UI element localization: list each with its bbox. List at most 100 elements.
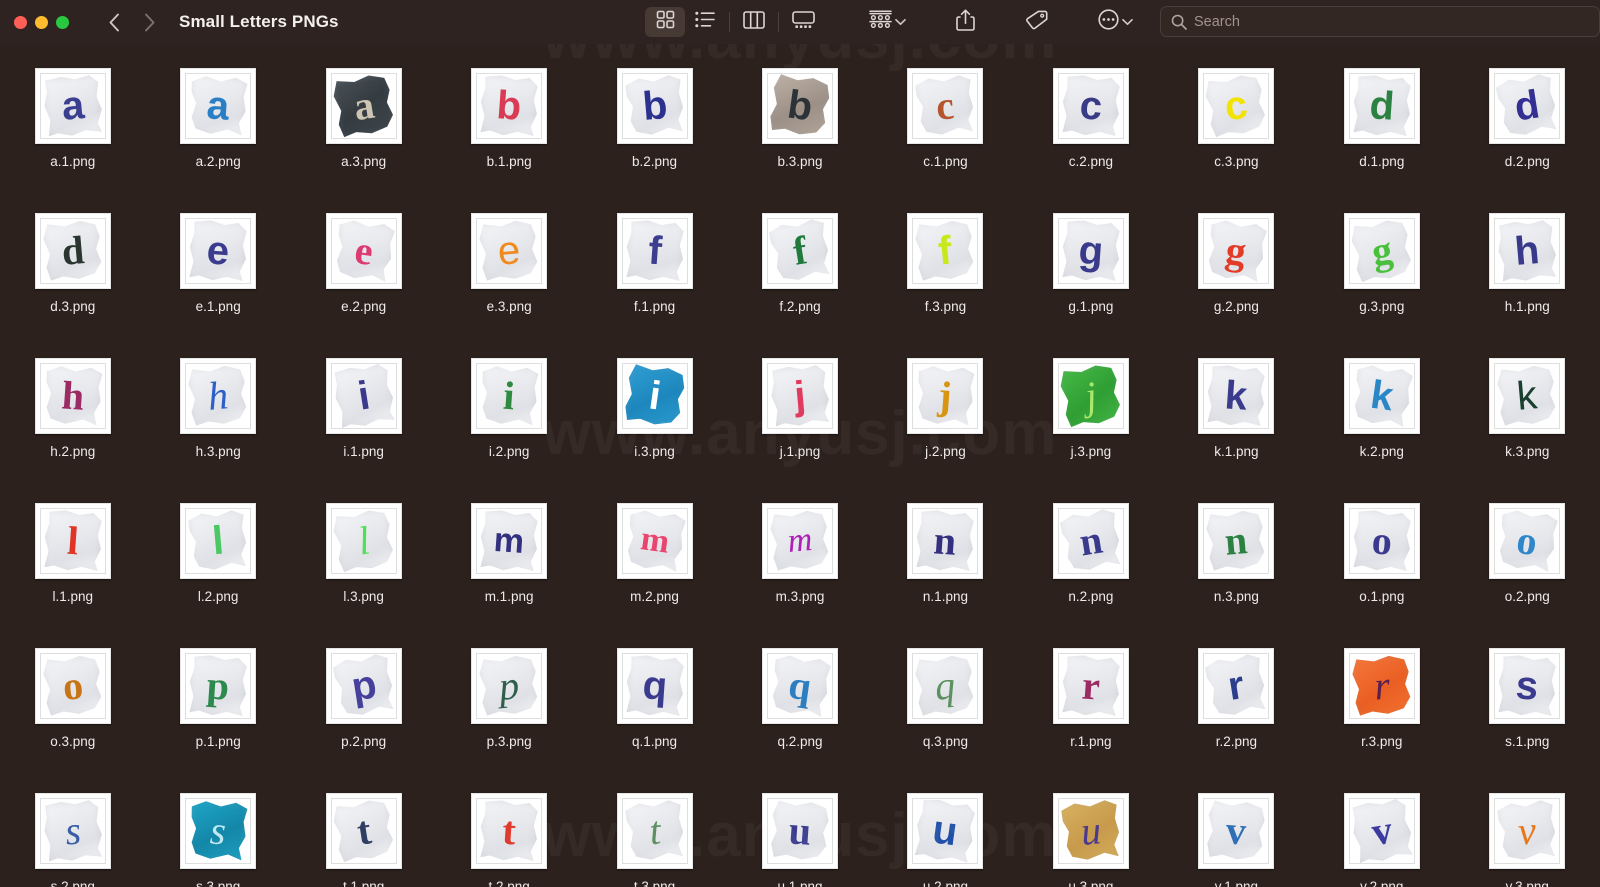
file-item[interactable]: u u.3.png bbox=[1018, 787, 1163, 887]
file-item[interactable]: j j.3.png bbox=[1018, 352, 1163, 497]
file-item[interactable]: m m.2.png bbox=[582, 497, 727, 642]
file-thumbnail[interactable]: o bbox=[1343, 503, 1420, 579]
file-thumbnail[interactable]: e bbox=[325, 213, 402, 289]
file-thumbnail[interactable]: k bbox=[1489, 358, 1566, 434]
gallery-view-button[interactable] bbox=[783, 7, 823, 37]
file-item[interactable]: j j.1.png bbox=[727, 352, 872, 497]
file-thumbnail[interactable]: e bbox=[180, 213, 257, 289]
file-thumbnail[interactable]: v bbox=[1343, 793, 1420, 869]
file-thumbnail[interactable]: n bbox=[1052, 503, 1129, 579]
file-item[interactable]: i i.3.png bbox=[582, 352, 727, 497]
file-item[interactable]: d d.3.png bbox=[0, 207, 145, 352]
file-item[interactable]: u u.2.png bbox=[873, 787, 1018, 887]
file-thumbnail[interactable]: i bbox=[325, 358, 402, 434]
file-item[interactable]: q q.3.png bbox=[873, 642, 1018, 787]
file-item[interactable]: d d.2.png bbox=[1455, 62, 1600, 207]
file-item[interactable]: r r.2.png bbox=[1164, 642, 1309, 787]
minimize-window-button[interactable] bbox=[35, 15, 48, 29]
file-item[interactable]: e e.3.png bbox=[436, 207, 581, 352]
file-thumbnail[interactable]: l bbox=[325, 503, 402, 579]
file-thumbnail[interactable]: f bbox=[761, 213, 838, 289]
file-item[interactable]: n n.3.png bbox=[1164, 497, 1309, 642]
file-item[interactable]: h h.2.png bbox=[0, 352, 145, 497]
forward-button[interactable] bbox=[135, 8, 165, 36]
file-item[interactable]: d d.1.png bbox=[1309, 62, 1454, 207]
file-item[interactable]: b b.3.png bbox=[727, 62, 872, 207]
file-item[interactable]: k k.1.png bbox=[1164, 352, 1309, 497]
file-item[interactable]: g g.1.png bbox=[1018, 207, 1163, 352]
file-item[interactable]: i i.2.png bbox=[436, 352, 581, 497]
file-item[interactable]: j j.2.png bbox=[873, 352, 1018, 497]
file-item[interactable]: c c.3.png bbox=[1164, 62, 1309, 207]
group-by-button[interactable] bbox=[865, 7, 910, 37]
file-thumbnail[interactable]: v bbox=[1489, 793, 1566, 869]
file-item[interactable]: r r.1.png bbox=[1018, 642, 1163, 787]
file-thumbnail[interactable]: k bbox=[1343, 358, 1420, 434]
file-thumbnail[interactable]: d bbox=[1343, 68, 1420, 144]
file-thumbnail[interactable]: p bbox=[471, 648, 548, 724]
file-thumbnail[interactable]: n bbox=[907, 503, 984, 579]
file-item[interactable]: v v.2.png bbox=[1309, 787, 1454, 887]
file-thumbnail[interactable]: g bbox=[1198, 213, 1275, 289]
file-thumbnail[interactable]: p bbox=[325, 648, 402, 724]
file-thumbnail[interactable]: v bbox=[1198, 793, 1275, 869]
file-item[interactable]: e e.2.png bbox=[291, 207, 436, 352]
file-item[interactable]: b b.2.png bbox=[582, 62, 727, 207]
file-thumbnail[interactable]: r bbox=[1343, 648, 1420, 724]
file-item[interactable]: f f.2.png bbox=[727, 207, 872, 352]
file-thumbnail[interactable]: f bbox=[616, 213, 693, 289]
file-item[interactable]: u u.1.png bbox=[727, 787, 872, 887]
file-thumbnail[interactable]: m bbox=[471, 503, 548, 579]
file-item[interactable]: l l.2.png bbox=[145, 497, 290, 642]
file-thumbnail[interactable]: p bbox=[180, 648, 257, 724]
file-item[interactable]: v v.1.png bbox=[1164, 787, 1309, 887]
back-button[interactable] bbox=[99, 8, 129, 36]
icon-view-button[interactable] bbox=[645, 7, 685, 37]
more-actions-button[interactable] bbox=[1094, 7, 1137, 37]
file-thumbnail[interactable]: h bbox=[180, 358, 257, 434]
file-thumbnail[interactable]: c bbox=[1198, 68, 1275, 144]
file-thumbnail[interactable]: a bbox=[180, 68, 257, 144]
file-thumbnail[interactable]: a bbox=[325, 68, 402, 144]
file-thumbnail[interactable]: b bbox=[471, 68, 548, 144]
file-thumbnail[interactable]: q bbox=[761, 648, 838, 724]
file-thumbnail[interactable]: t bbox=[616, 793, 693, 869]
file-thumbnail[interactable]: l bbox=[34, 503, 111, 579]
file-thumbnail[interactable]: m bbox=[761, 503, 838, 579]
file-thumbnail[interactable]: u bbox=[761, 793, 838, 869]
file-item[interactable]: l l.1.png bbox=[0, 497, 145, 642]
file-thumbnail[interactable]: t bbox=[325, 793, 402, 869]
file-thumbnail[interactable]: h bbox=[34, 358, 111, 434]
search-input[interactable] bbox=[1194, 13, 1599, 30]
file-thumbnail[interactable]: e bbox=[471, 213, 548, 289]
file-item[interactable]: c c.2.png bbox=[1018, 62, 1163, 207]
file-item[interactable]: s s.1.png bbox=[1455, 642, 1600, 787]
file-thumbnail[interactable]: u bbox=[1052, 793, 1129, 869]
file-thumbnail[interactable]: j bbox=[907, 358, 984, 434]
file-thumbnail[interactable]: i bbox=[471, 358, 548, 434]
file-thumbnail[interactable]: o bbox=[1489, 503, 1566, 579]
file-item[interactable]: c c.1.png bbox=[873, 62, 1018, 207]
file-item[interactable]: a a.2.png bbox=[145, 62, 290, 207]
file-item[interactable]: m m.3.png bbox=[727, 497, 872, 642]
file-item[interactable]: r r.3.png bbox=[1309, 642, 1454, 787]
file-thumbnail[interactable]: c bbox=[1052, 68, 1129, 144]
file-thumbnail[interactable]: d bbox=[1489, 68, 1566, 144]
file-thumbnail[interactable]: k bbox=[1198, 358, 1275, 434]
file-item[interactable]: g g.3.png bbox=[1309, 207, 1454, 352]
file-thumbnail[interactable]: b bbox=[761, 68, 838, 144]
file-item[interactable]: g g.2.png bbox=[1164, 207, 1309, 352]
file-item[interactable]: q q.2.png bbox=[727, 642, 872, 787]
maximize-window-button[interactable] bbox=[56, 15, 69, 29]
file-item[interactable]: m m.1.png bbox=[436, 497, 581, 642]
column-view-button[interactable] bbox=[734, 7, 774, 37]
file-thumbnail[interactable]: c bbox=[907, 68, 984, 144]
file-thumbnail[interactable]: h bbox=[1489, 213, 1566, 289]
file-item[interactable]: o o.1.png bbox=[1309, 497, 1454, 642]
file-item[interactable]: n n.1.png bbox=[873, 497, 1018, 642]
file-item[interactable]: b b.1.png bbox=[436, 62, 581, 207]
file-thumbnail[interactable]: l bbox=[180, 503, 257, 579]
file-thumbnail[interactable]: q bbox=[616, 648, 693, 724]
file-item[interactable]: f f.3.png bbox=[873, 207, 1018, 352]
file-item[interactable]: n n.2.png bbox=[1018, 497, 1163, 642]
